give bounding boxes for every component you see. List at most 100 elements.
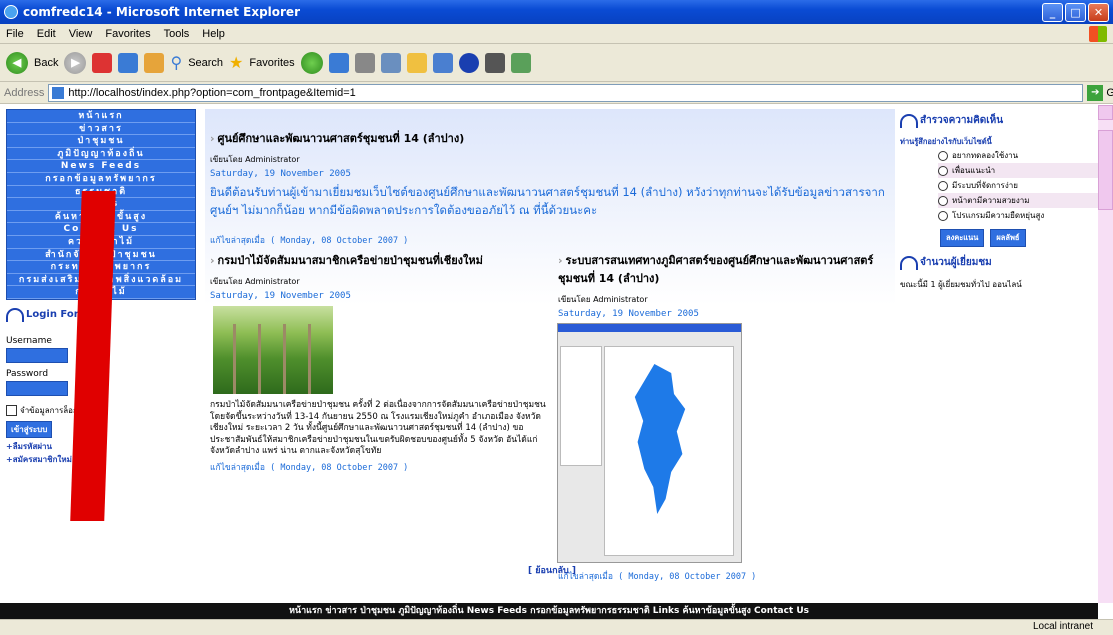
radio-button[interactable]	[938, 195, 948, 206]
remember-checkbox[interactable]	[6, 404, 17, 416]
history-icon[interactable]	[328, 52, 349, 73]
go-arrow-icon: ➔	[1087, 84, 1104, 101]
article2: › กรมป่าไม้จัดสัมมนาสมาชิกเครือข่ายป่าชุม…	[205, 251, 550, 583]
page-content: หน้าแรก ข่าวสาร ป่าชุมชน ภูมิปัญญาท้องถิ…	[0, 105, 1113, 603]
online-count: ขณะนี้มี 1 ผู้เยี่ยมชมทั่วไป ออนไลน์	[900, 280, 1022, 289]
title-bar: comfredc14 - Microsoft Internet Explorer…	[0, 0, 1113, 24]
bluetooth-icon[interactable]	[458, 52, 479, 73]
window-title: comfredc14 - Microsoft Internet Explorer	[23, 5, 300, 19]
refresh-icon[interactable]	[118, 52, 139, 73]
forward-arrow-icon[interactable]: ▶	[64, 51, 87, 74]
poll-option[interactable]: มีระบบที่จัดการง่าย	[938, 178, 1098, 193]
search-button[interactable]: Search	[188, 57, 223, 69]
menu-file[interactable]: File	[6, 28, 24, 40]
article3-title[interactable]: › ระบบสารสนเทศทางภูมิศาสตร์ของศูนย์ศึกษาแ…	[558, 251, 895, 287]
article3-updated: แก้ไขล่าสุดเมื่อ ( Monday, 08 October 20…	[558, 572, 757, 582]
nav-item[interactable]: ภูมิปัญญาท้องถิ่น	[7, 148, 195, 161]
footer-menu[interactable]: หน้าแรก ข่าวสาร ป่าชุมชน ภูมิปัญญาท้องถิ…	[0, 603, 1098, 619]
curved-arrow-icon	[6, 307, 24, 322]
address-label: Address	[4, 86, 45, 99]
media-icon[interactable]	[300, 51, 323, 74]
nav-item[interactable]: หน้าแรก	[7, 110, 195, 123]
poll-title: สำรวจความคิดเห็น	[920, 115, 1004, 126]
edit-icon[interactable]	[380, 52, 401, 73]
results-button[interactable]: ผลลัพธ์	[990, 229, 1026, 247]
nav-item[interactable]: ป่าชุมชน	[7, 135, 195, 148]
nav-item[interactable]: ข่าวสาร	[7, 123, 195, 136]
address-url: http://localhost/index.php?option=com_fr…	[68, 86, 356, 99]
article1-author: เขียนโดย Administrator	[210, 155, 300, 164]
article3: › ระบบสารสนเทศทางภูมิศาสตร์ของศูนย์ศึกษาแ…	[550, 251, 895, 583]
visitors-header: จำนวนผู้เยี่ยมชม	[900, 255, 1098, 270]
radio-button[interactable]	[938, 150, 948, 161]
status-bar: Local intranet	[0, 619, 1113, 635]
visitors-title: จำนวนผู้เยี่ยมชม	[920, 257, 992, 268]
article1-title[interactable]: › ศูนย์ศึกษาและพัฒนาวนศาสตร์ชุมชนที่ 14 (…	[210, 129, 895, 147]
search-icon[interactable]: ⚲	[170, 53, 182, 73]
article2-date: Saturday, 19 November 2005	[210, 291, 351, 301]
folder-icon[interactable]	[406, 52, 427, 73]
close-button[interactable]: ✕	[1088, 3, 1109, 22]
poll-header: สำรวจความคิดเห็น	[900, 113, 1098, 128]
home-icon[interactable]	[144, 52, 165, 73]
menu-favorites[interactable]: Favorites	[105, 28, 150, 40]
article3-date: Saturday, 19 November 2005	[558, 309, 699, 319]
nav-item[interactable]: News Feeds	[7, 160, 195, 173]
back-arrow-icon[interactable]: ◀	[6, 51, 28, 74]
forest-photo	[213, 306, 333, 394]
poll-option[interactable]: เพื่อนแนะนำ	[938, 163, 1098, 178]
print-icon[interactable]	[354, 52, 375, 73]
back-link[interactable]: [ ย้อนกลับ ]	[528, 563, 576, 577]
address-input[interactable]: http://localhost/index.php?option=com_fr…	[48, 83, 1084, 102]
article1-date: Saturday, 19 November 2005	[210, 169, 351, 179]
toolbar: ◀ Back ▶ ⚲ Search ★ Favorites	[0, 44, 1113, 82]
radio-button[interactable]	[938, 180, 948, 191]
go-label: Go	[1106, 86, 1113, 99]
messenger-icon[interactable]	[484, 52, 505, 73]
main-content: › ศูนย์ศึกษาและพัฒนาวนศาสตร์ชุมชนที่ 14 (…	[205, 109, 895, 599]
back-button[interactable]: Back	[34, 57, 58, 69]
go-button[interactable]: ➔ Go	[1087, 84, 1113, 101]
right-column: สำรวจความคิดเห็น ท่านรู้สึกอย่างไรกับเว็…	[900, 109, 1098, 599]
nav-item[interactable]: กรอกข้อมูลทรัพยากร	[7, 173, 195, 186]
article2-body: กรมป่าไม้จัดสัมมนาเครือข่ายป่าชุมชน ครั้…	[210, 400, 546, 456]
ie-icon	[4, 5, 18, 19]
scroll-thumb[interactable]	[1098, 130, 1113, 210]
maximize-button[interactable]: □	[1065, 3, 1086, 22]
article1-updated: แก้ไขล่าสุดเมื่อ ( Monday, 08 October 20…	[210, 236, 409, 246]
vote-button[interactable]: ลงคะแนน	[940, 229, 985, 247]
zone-indicator: Local intranet	[1032, 621, 1093, 632]
favorites-icon[interactable]: ★	[229, 53, 243, 73]
curved-arrow-icon	[900, 113, 918, 128]
gis-map-screenshot	[557, 323, 742, 563]
page-icon	[52, 86, 65, 99]
windows-logo-icon	[1089, 26, 1107, 42]
extra-icon[interactable]	[510, 52, 531, 73]
menu-tools[interactable]: Tools	[164, 28, 190, 40]
menu-edit[interactable]: Edit	[37, 28, 56, 40]
menu-help[interactable]: Help	[202, 28, 225, 40]
poll-option[interactable]: หน้าตามีความสวยงาม	[938, 193, 1098, 208]
username-input[interactable]	[6, 347, 68, 363]
minimize-button[interactable]: _	[1042, 3, 1063, 22]
favorites-button[interactable]: Favorites	[249, 57, 294, 69]
article3-author: เขียนโดย Administrator	[558, 295, 648, 304]
scroll-up-button[interactable]	[1098, 105, 1113, 120]
radio-button[interactable]	[938, 165, 948, 176]
article2-updated: แก้ไขล่าสุดเมื่อ ( Monday, 08 October 20…	[210, 462, 409, 473]
address-bar: Address http://localhost/index.php?optio…	[0, 82, 1113, 104]
article2-author: เขียนโดย Administrator	[210, 277, 300, 286]
research-icon[interactable]	[432, 52, 453, 73]
article1-intro: ยินดีต้อนรับท่านผู้เข้ามาเยี่ยมชมเว็บไซต…	[210, 185, 885, 217]
poll-question: ท่านรู้สึกอย่างไรกับเว็บไซต์นี้	[900, 137, 992, 146]
radio-button[interactable]	[938, 210, 948, 221]
stop-icon[interactable]	[92, 52, 113, 73]
password-input[interactable]	[6, 380, 68, 396]
article2-title[interactable]: › กรมป่าไม้จัดสัมมนาสมาชิกเครือข่ายป่าชุม…	[210, 251, 550, 269]
poll-option[interactable]: โปรแกรมมีความยืดหยุ่นสูง	[938, 208, 1098, 223]
login-button[interactable]: เข้าสู่ระบบ	[6, 420, 53, 438]
curved-arrow-icon	[900, 255, 918, 270]
menu-view[interactable]: View	[69, 28, 93, 40]
poll-option[interactable]: อยากทดลองใช้งาน	[938, 148, 1098, 163]
vertical-scrollbar[interactable]	[1098, 105, 1113, 603]
